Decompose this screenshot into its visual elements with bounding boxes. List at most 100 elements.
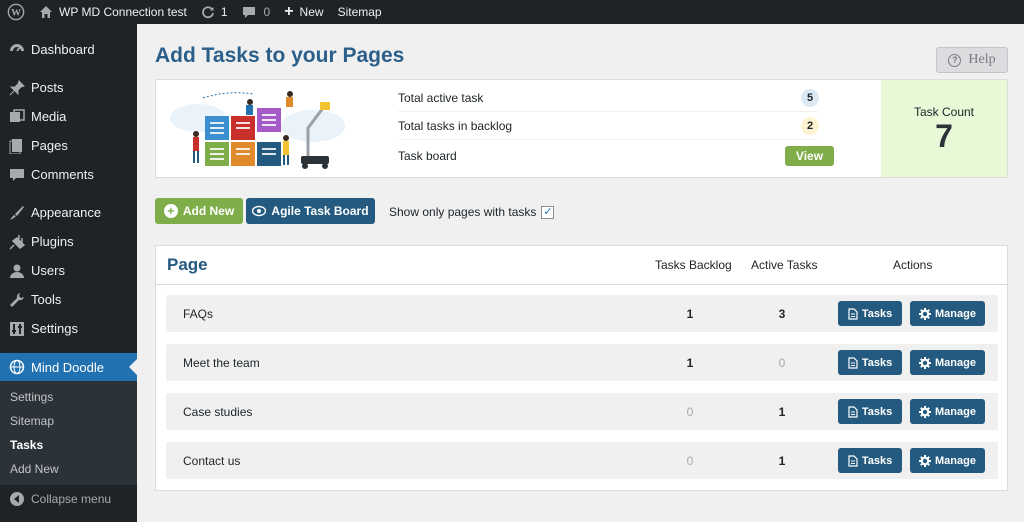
help-label: Help xyxy=(968,52,996,67)
sidebar-item-mind-doodle[interactable]: Mind Doodle xyxy=(0,353,137,381)
task-count-label: Task Count xyxy=(913,104,975,119)
sidebar-label: Users xyxy=(31,263,65,278)
sidebar-item-pages[interactable]: Pages xyxy=(0,131,137,160)
task-summary-card: Total active task 5 Total tasks in backl… xyxy=(155,79,1008,178)
manage-label: Manage xyxy=(935,454,976,467)
sidebar-label: Media xyxy=(31,109,67,124)
updates-link[interactable]: 1 xyxy=(194,0,235,24)
dashboard-icon xyxy=(9,42,25,58)
updates-count: 1 xyxy=(220,5,228,19)
admin-bar: W WP MD Connection test 1 0 + New Sitema… xyxy=(0,0,1024,24)
submenu-item-settings[interactable]: Settings xyxy=(0,385,137,409)
wordpress-logo[interactable]: W xyxy=(0,0,32,24)
sidebar-label: Plugins xyxy=(31,234,74,249)
gear-icon xyxy=(919,405,932,418)
mind-doodle-submenu: Settings Sitemap Tasks Add New xyxy=(0,381,137,485)
backlog-badge: 2 xyxy=(801,116,819,135)
column-header-active: Active Tasks xyxy=(751,258,818,272)
manage-button[interactable]: Manage xyxy=(910,301,985,326)
column-header-actions: Actions xyxy=(893,258,933,272)
manage-label: Manage xyxy=(935,307,976,320)
total-active-label: Total active task xyxy=(398,90,484,105)
backlog-count: 0 xyxy=(686,404,694,419)
svg-text:W: W xyxy=(11,8,21,19)
sidebar-label: Pages xyxy=(31,138,68,153)
plug-icon xyxy=(9,234,25,250)
page-name: Meet the team xyxy=(183,355,260,370)
pin-icon xyxy=(9,79,25,96)
total-active-badge: 5 xyxy=(801,88,819,107)
brush-icon xyxy=(9,205,25,221)
sidebar-item-tools[interactable]: Tools xyxy=(0,285,137,314)
sidebar-label: Settings xyxy=(31,321,78,336)
collapse-icon xyxy=(9,491,25,507)
backlog-label: Total tasks in backlog xyxy=(398,118,513,133)
manage-button[interactable]: Manage xyxy=(910,448,985,473)
tasks-label: Tasks xyxy=(861,405,893,418)
tasks-label: Tasks xyxy=(861,454,893,467)
document-icon xyxy=(848,405,858,418)
sidebar-item-appearance[interactable]: Appearance xyxy=(0,198,137,227)
comments-link[interactable]: 0 xyxy=(235,0,278,24)
table-row: FAQs 1 3 Tasks Manage xyxy=(166,295,998,332)
sidebar-item-plugins[interactable]: Plugins xyxy=(0,227,137,256)
agile-task-board-button[interactable]: Agile Task Board xyxy=(246,198,375,224)
task-board-illustration xyxy=(168,88,346,170)
tasks-label: Tasks xyxy=(861,356,893,369)
plus-circle-icon: + xyxy=(163,204,178,218)
sidebar-item-posts[interactable]: Posts xyxy=(0,73,137,102)
tasks-label: Tasks xyxy=(861,307,893,320)
manage-button[interactable]: Manage xyxy=(910,350,985,375)
tasks-button[interactable]: Tasks xyxy=(838,399,902,424)
task-board-label: Task board xyxy=(398,149,457,163)
backlog-count: 1 xyxy=(686,306,694,321)
active-count: 3 xyxy=(778,306,786,321)
home-icon xyxy=(39,5,53,19)
site-name-link[interactable]: WP MD Connection test xyxy=(32,0,194,24)
manage-label: Manage xyxy=(935,356,976,369)
page-name: FAQs xyxy=(183,306,214,321)
show-only-filter: Show only pages with tasks ✓ xyxy=(389,205,555,219)
task-board-row: Task board View xyxy=(398,142,834,170)
pages-icon xyxy=(9,138,25,154)
comments-count: 0 xyxy=(263,5,271,19)
backlog-count: 1 xyxy=(686,355,694,370)
total-active-row: Total active task 5 xyxy=(398,84,819,112)
sidebar-item-dashboard[interactable]: Dashboard xyxy=(0,35,137,64)
submenu-item-tasks[interactable]: Tasks xyxy=(0,433,137,457)
collapse-menu-button[interactable]: Collapse menu xyxy=(0,485,137,513)
tasks-button[interactable]: Tasks xyxy=(838,448,902,473)
backlog-count: 0 xyxy=(686,453,694,468)
tasks-button[interactable]: Tasks xyxy=(838,301,902,326)
gear-icon xyxy=(919,307,932,320)
collapse-label: Collapse menu xyxy=(31,492,112,506)
sidebar-item-settings[interactable]: Settings xyxy=(0,314,137,343)
page-name: Case studies xyxy=(183,404,253,419)
admin-sidebar: Dashboard Posts Media Pages Comments App… xyxy=(0,24,137,522)
sitemap-link[interactable]: Sitemap xyxy=(331,0,389,24)
document-icon xyxy=(848,356,858,369)
new-label: New xyxy=(299,5,324,19)
submenu-item-sitemap[interactable]: Sitemap xyxy=(0,409,137,433)
show-only-checkbox[interactable]: ✓ xyxy=(541,205,555,219)
plus-icon: + xyxy=(284,3,294,20)
tasks-button[interactable]: Tasks xyxy=(838,350,902,375)
column-header-backlog: Tasks Backlog xyxy=(655,258,732,272)
question-icon: ? xyxy=(948,53,962,67)
updates-icon xyxy=(201,5,215,19)
sidebar-item-users[interactable]: Users xyxy=(0,256,137,285)
view-board-button[interactable]: View xyxy=(785,146,834,166)
page-name: Contact us xyxy=(183,453,241,468)
sidebar-item-media[interactable]: Media xyxy=(0,102,137,131)
new-content-link[interactable]: + New xyxy=(277,0,330,24)
sidebar-label: Comments xyxy=(31,167,94,182)
help-button[interactable]: ? Help xyxy=(936,47,1008,73)
site-name: WP MD Connection test xyxy=(59,5,187,19)
table-row: Meet the team 1 0 Tasks Manage xyxy=(166,344,998,381)
manage-button[interactable]: Manage xyxy=(910,399,985,424)
sidebar-label: Posts xyxy=(31,80,64,95)
eye-icon xyxy=(252,205,267,217)
submenu-item-add-new[interactable]: Add New xyxy=(0,457,137,481)
add-new-button[interactable]: + Add New xyxy=(155,198,243,224)
sidebar-item-comments[interactable]: Comments xyxy=(0,160,137,189)
